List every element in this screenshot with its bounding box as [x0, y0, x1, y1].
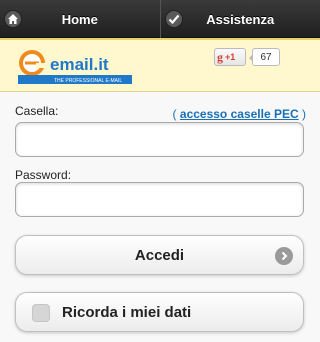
mailbox-label: Casella: [15, 104, 59, 118]
email-it-logo[interactable]: email.it THE PROFESSIONAL E-MAIL [16, 46, 136, 88]
tab-assistenza[interactable]: Assistenza [159, 0, 320, 38]
tab-home-label: Home [61, 11, 98, 27]
password-label: Password: [15, 168, 72, 182]
tab-home[interactable]: Home [0, 0, 160, 38]
logo-tagline: THE PROFESSIONAL E-MAIL [54, 78, 122, 84]
pec-link-suffix: ) [298, 107, 306, 121]
mailbox-input[interactable] [15, 122, 304, 157]
chevron-right-icon [275, 247, 293, 265]
login-button-label: Accedi [134, 246, 185, 264]
remember-me-checkbox[interactable] [32, 304, 50, 322]
home-icon [4, 10, 22, 28]
header-banner: email.it THE PROFESSIONAL E-MAIL g +1 67 [0, 38, 320, 92]
plus-one-label: +1 [225, 52, 236, 62]
top-nav-bar: Home Assistenza [0, 0, 320, 38]
remember-me-label: Ricorda i miei dati [62, 304, 192, 321]
pec-access-link[interactable]: accesso caselle PEC [180, 107, 299, 121]
google-plus-one-button[interactable]: g +1 [214, 48, 246, 66]
google-icon: g [217, 49, 223, 64]
tab-assistenza-label: Assistenza [206, 11, 275, 27]
plus-one-count: 67 [249, 48, 280, 66]
pec-access-link-wrapper: ( accesso caselle PEC ) [173, 107, 306, 121]
logo-wordmark: email.it [50, 55, 109, 74]
login-button[interactable]: Accedi [15, 235, 304, 275]
password-input[interactable] [15, 182, 304, 217]
pec-link-prefix: ( [172, 107, 180, 121]
remember-me-row[interactable]: Ricorda i miei dati [15, 292, 304, 332]
checkmark-icon [164, 10, 183, 28]
